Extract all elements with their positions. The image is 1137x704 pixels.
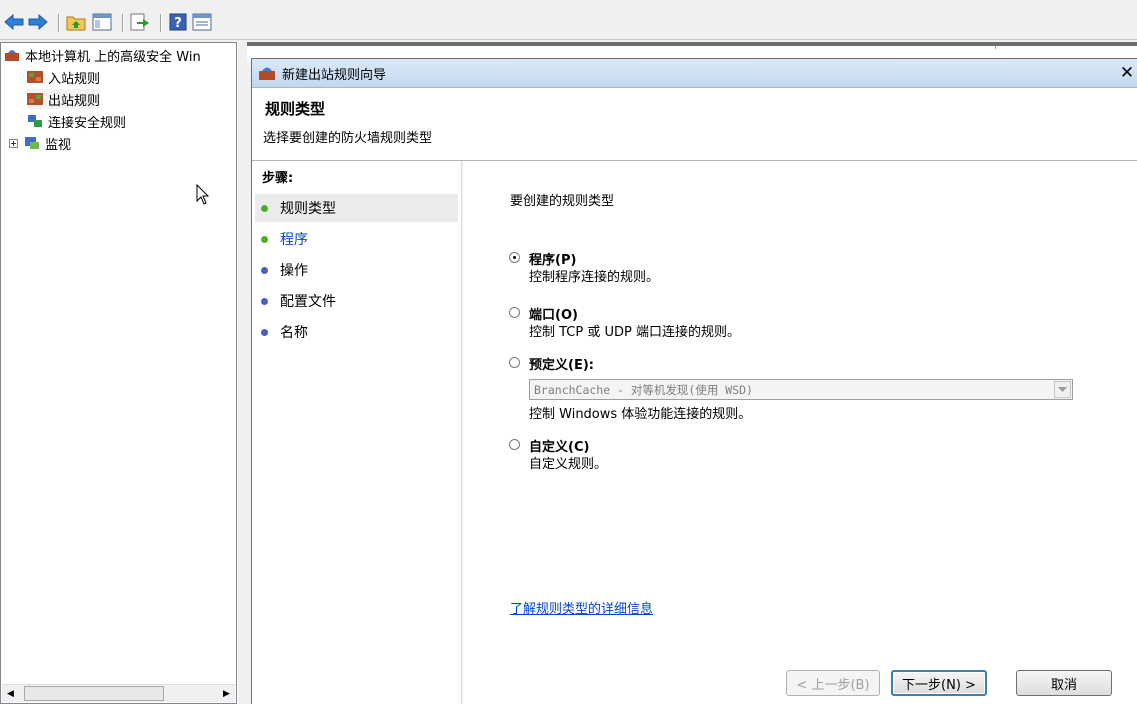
- step-label[interactable]: 程序: [280, 229, 308, 249]
- predefined-select[interactable]: BranchCache - 对等机发现(使用 WSD): [529, 379, 1073, 400]
- step-done-dot-icon: [261, 235, 268, 243]
- predefined-select-value: BranchCache - 对等机发现(使用 WSD): [534, 382, 753, 397]
- step-program[interactable]: 程序: [255, 225, 458, 253]
- predefined-description: 控制 Windows 体验功能连接的规则。: [529, 407, 752, 422]
- scroll-left-icon[interactable]: ◀: [2, 685, 19, 702]
- help-icon[interactable]: ?: [168, 11, 188, 33]
- monitor-icon: [25, 137, 39, 149]
- background-pane-column: [995, 46, 1137, 49]
- custom-radio[interactable]: [509, 439, 520, 450]
- new-outbound-rule-wizard: 新建出站规则向导 ✕ 规则类型 选择要创建的防火墙规则类型 步骤: 规则类型 程…: [251, 58, 1137, 704]
- step-profile: 配置文件: [255, 287, 458, 315]
- step-label: 配置文件: [280, 294, 336, 310]
- firewall-root-icon: [5, 50, 19, 61]
- step-action: 操作: [255, 256, 458, 284]
- next-button[interactable]: 下一步(N) >: [891, 670, 987, 696]
- tree-item-label: 监视: [45, 137, 72, 153]
- svg-text:?: ?: [174, 16, 182, 31]
- pane-splitter[interactable]: [237, 42, 247, 704]
- step-rule-type: 规则类型: [255, 194, 458, 222]
- toolbar: ?: [0, 6, 1137, 40]
- chevron-down-icon[interactable]: [1054, 381, 1071, 398]
- steps-panel: 步骤: 规则类型 程序 操作 配置文件 名称: [252, 161, 462, 704]
- step-pending-dot-icon: [261, 266, 268, 274]
- back-button[interactable]: < 上一步(B): [786, 670, 880, 696]
- option-description: 控制程序连接的规则。: [529, 270, 660, 285]
- step-label: 规则类型: [280, 201, 336, 217]
- scroll-right-icon[interactable]: ▶: [218, 685, 235, 702]
- predefined-radio[interactable]: [509, 357, 520, 368]
- tree-horizontal-scrollbar[interactable]: ◀ ▶: [2, 684, 235, 702]
- step-label: 操作: [280, 263, 308, 279]
- tree-item-label: 连接安全规则: [48, 115, 127, 131]
- port-radio[interactable]: [509, 307, 520, 318]
- scroll-thumb[interactable]: [24, 686, 164, 701]
- option-description: 控制 TCP 或 UDP 端口连接的规则。: [529, 325, 740, 340]
- tree-item-connection-security[interactable]: 连接安全规则: [27, 111, 126, 131]
- dialog-titlebar[interactable]: 新建出站规则向导 ✕: [252, 59, 1137, 88]
- program-radio[interactable]: [509, 252, 520, 263]
- tree-item-monitor[interactable]: 监视: [9, 133, 71, 153]
- connection-security-icon: [28, 115, 42, 127]
- tree-item-label: 入站规则: [48, 71, 101, 87]
- wizard-content: 要创建的规则类型 程序(P) 控制程序连接的规则。 端口(O) 控制 TCP 或…: [463, 161, 1137, 704]
- tree-item-outbound[interactable]: 出站规则: [27, 89, 101, 109]
- forward-arrow-icon[interactable]: [28, 11, 48, 33]
- folder-up-icon[interactable]: [66, 11, 86, 33]
- back-arrow-icon[interactable]: [4, 11, 24, 33]
- steps-title: 步骤:: [262, 171, 294, 186]
- tree-root-label: 本地计算机 上的高级安全 Win: [25, 49, 201, 65]
- tree-root[interactable]: 本地计算机 上的高级安全 Win: [4, 45, 201, 65]
- expand-icon[interactable]: [9, 138, 18, 148]
- learn-more-link[interactable]: 了解规则类型的详细信息: [510, 598, 653, 617]
- dialog-title: 新建出站规则向导: [282, 67, 387, 83]
- step-pending-dot-icon: [261, 328, 268, 336]
- console-tree: 本地计算机 上的高级安全 Win 入站规则 出站规则 连接安全规则 监视 ◀ ▶: [0, 42, 237, 704]
- export-list-icon[interactable]: [130, 11, 150, 33]
- firewall-icon: [259, 67, 275, 80]
- cancel-button[interactable]: 取消: [1016, 670, 1112, 696]
- step-label: 名称: [280, 325, 308, 341]
- content-heading: 要创建的规则类型: [510, 194, 615, 209]
- step-pending-dot-icon: [261, 297, 268, 305]
- show-hide-tree-icon[interactable]: [92, 11, 112, 33]
- tree-item-label: 出站规则: [48, 93, 101, 109]
- properties-icon[interactable]: [192, 11, 212, 33]
- inbound-rules-icon: [27, 71, 43, 83]
- step-done-dot-icon: [261, 204, 268, 212]
- tree-item-inbound[interactable]: 入站规则: [27, 67, 100, 87]
- dialog-header: 规则类型 选择要创建的防火墙规则类型: [252, 88, 1137, 161]
- page-subtitle: 选择要创建的防火墙规则类型: [263, 131, 433, 146]
- mouse-cursor-icon: [196, 184, 210, 205]
- step-name: 名称: [255, 318, 458, 346]
- page-title: 规则类型: [265, 100, 326, 118]
- close-icon[interactable]: ✕: [1119, 63, 1135, 83]
- outbound-rules-icon: [27, 93, 43, 105]
- option-label[interactable]: 预定义(E):: [529, 354, 594, 373]
- option-description: 自定义规则。: [529, 457, 608, 472]
